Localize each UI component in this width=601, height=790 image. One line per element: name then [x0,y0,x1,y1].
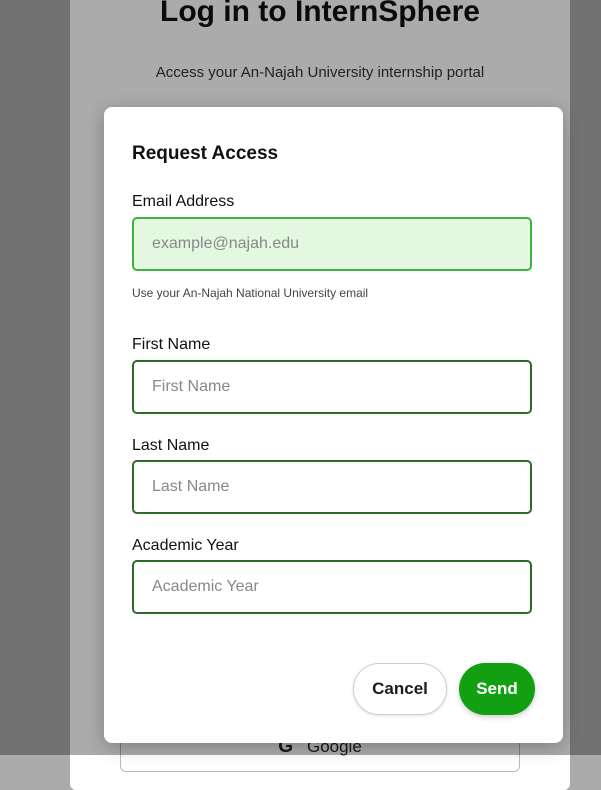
first-name-input[interactable] [132,360,532,414]
request-access-dialog: Request Access Email Address Use your An… [104,107,563,743]
last-name-input[interactable] [132,460,532,514]
academic-year-label: Academic Year [132,537,239,554]
send-button[interactable]: Send [459,663,535,715]
academic-year-input[interactable] [132,560,532,614]
email-hint: Use your An-Najah National University em… [132,286,369,300]
email-label: Email Address [132,193,235,210]
email-input[interactable] [132,217,532,271]
cancel-button[interactable]: Cancel [353,663,447,715]
dialog-title: Request Access [132,143,279,164]
last-name-label: Last Name [132,437,210,454]
first-name-label: First Name [132,336,211,353]
